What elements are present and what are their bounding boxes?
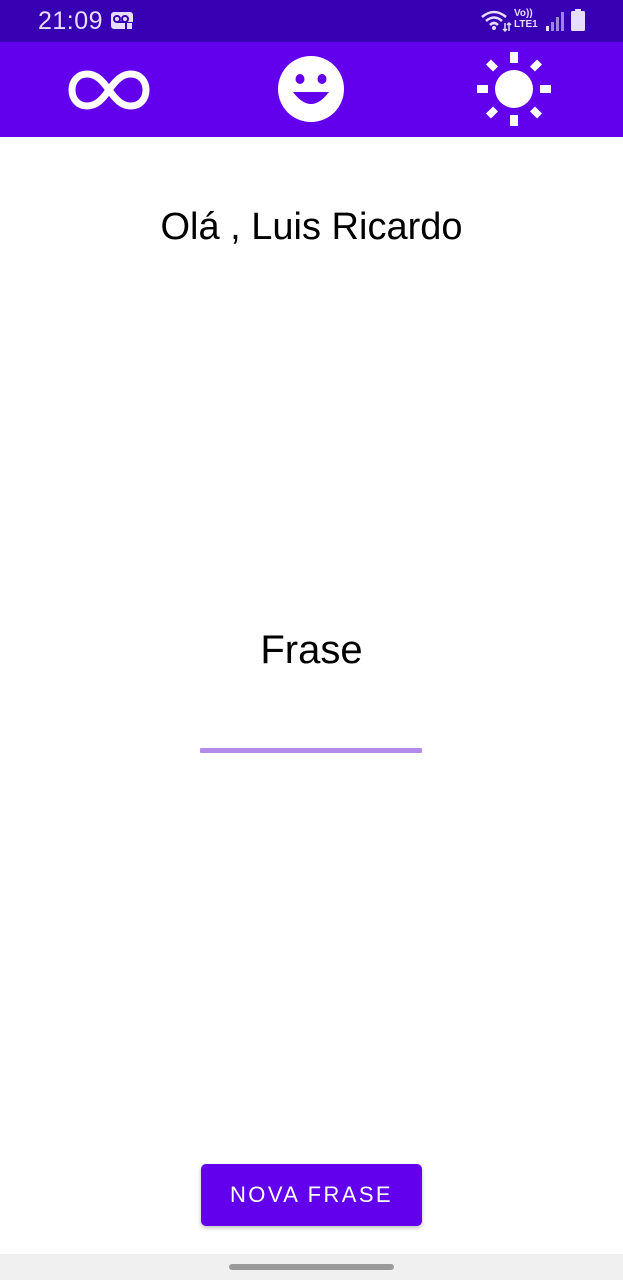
home-gesture-handle[interactable]: [229, 1264, 394, 1270]
signal-icon: [546, 12, 564, 31]
status-time: 21:09: [38, 7, 104, 35]
greeting-text: Olá , Luis Ricardo: [160, 206, 463, 248]
voicemail-icon: [111, 12, 134, 30]
infinity-icon[interactable]: [66, 64, 152, 116]
navigation-bar: [0, 1254, 623, 1280]
wifi-icon: [481, 10, 512, 33]
new-phrase-button[interactable]: NOVA FRASE: [201, 1164, 422, 1226]
app-screen: 21:09 Vo)) LTE1 Olá , Luis Ricardo Frase…: [0, 0, 623, 1280]
status-bar: 21:09 Vo)) LTE1: [0, 0, 623, 42]
smile-icon[interactable]: [276, 54, 346, 124]
lte-icon: Vo)) LTE1: [514, 8, 544, 30]
app-bar: [0, 42, 623, 137]
network-line-2: LTE1: [514, 19, 538, 30]
battery-icon: [571, 9, 585, 31]
phrase-underline: [200, 748, 422, 753]
phrase-text: Frase: [260, 628, 363, 672]
network-line-1: Vo)): [514, 8, 533, 19]
sun-icon[interactable]: [475, 50, 553, 128]
